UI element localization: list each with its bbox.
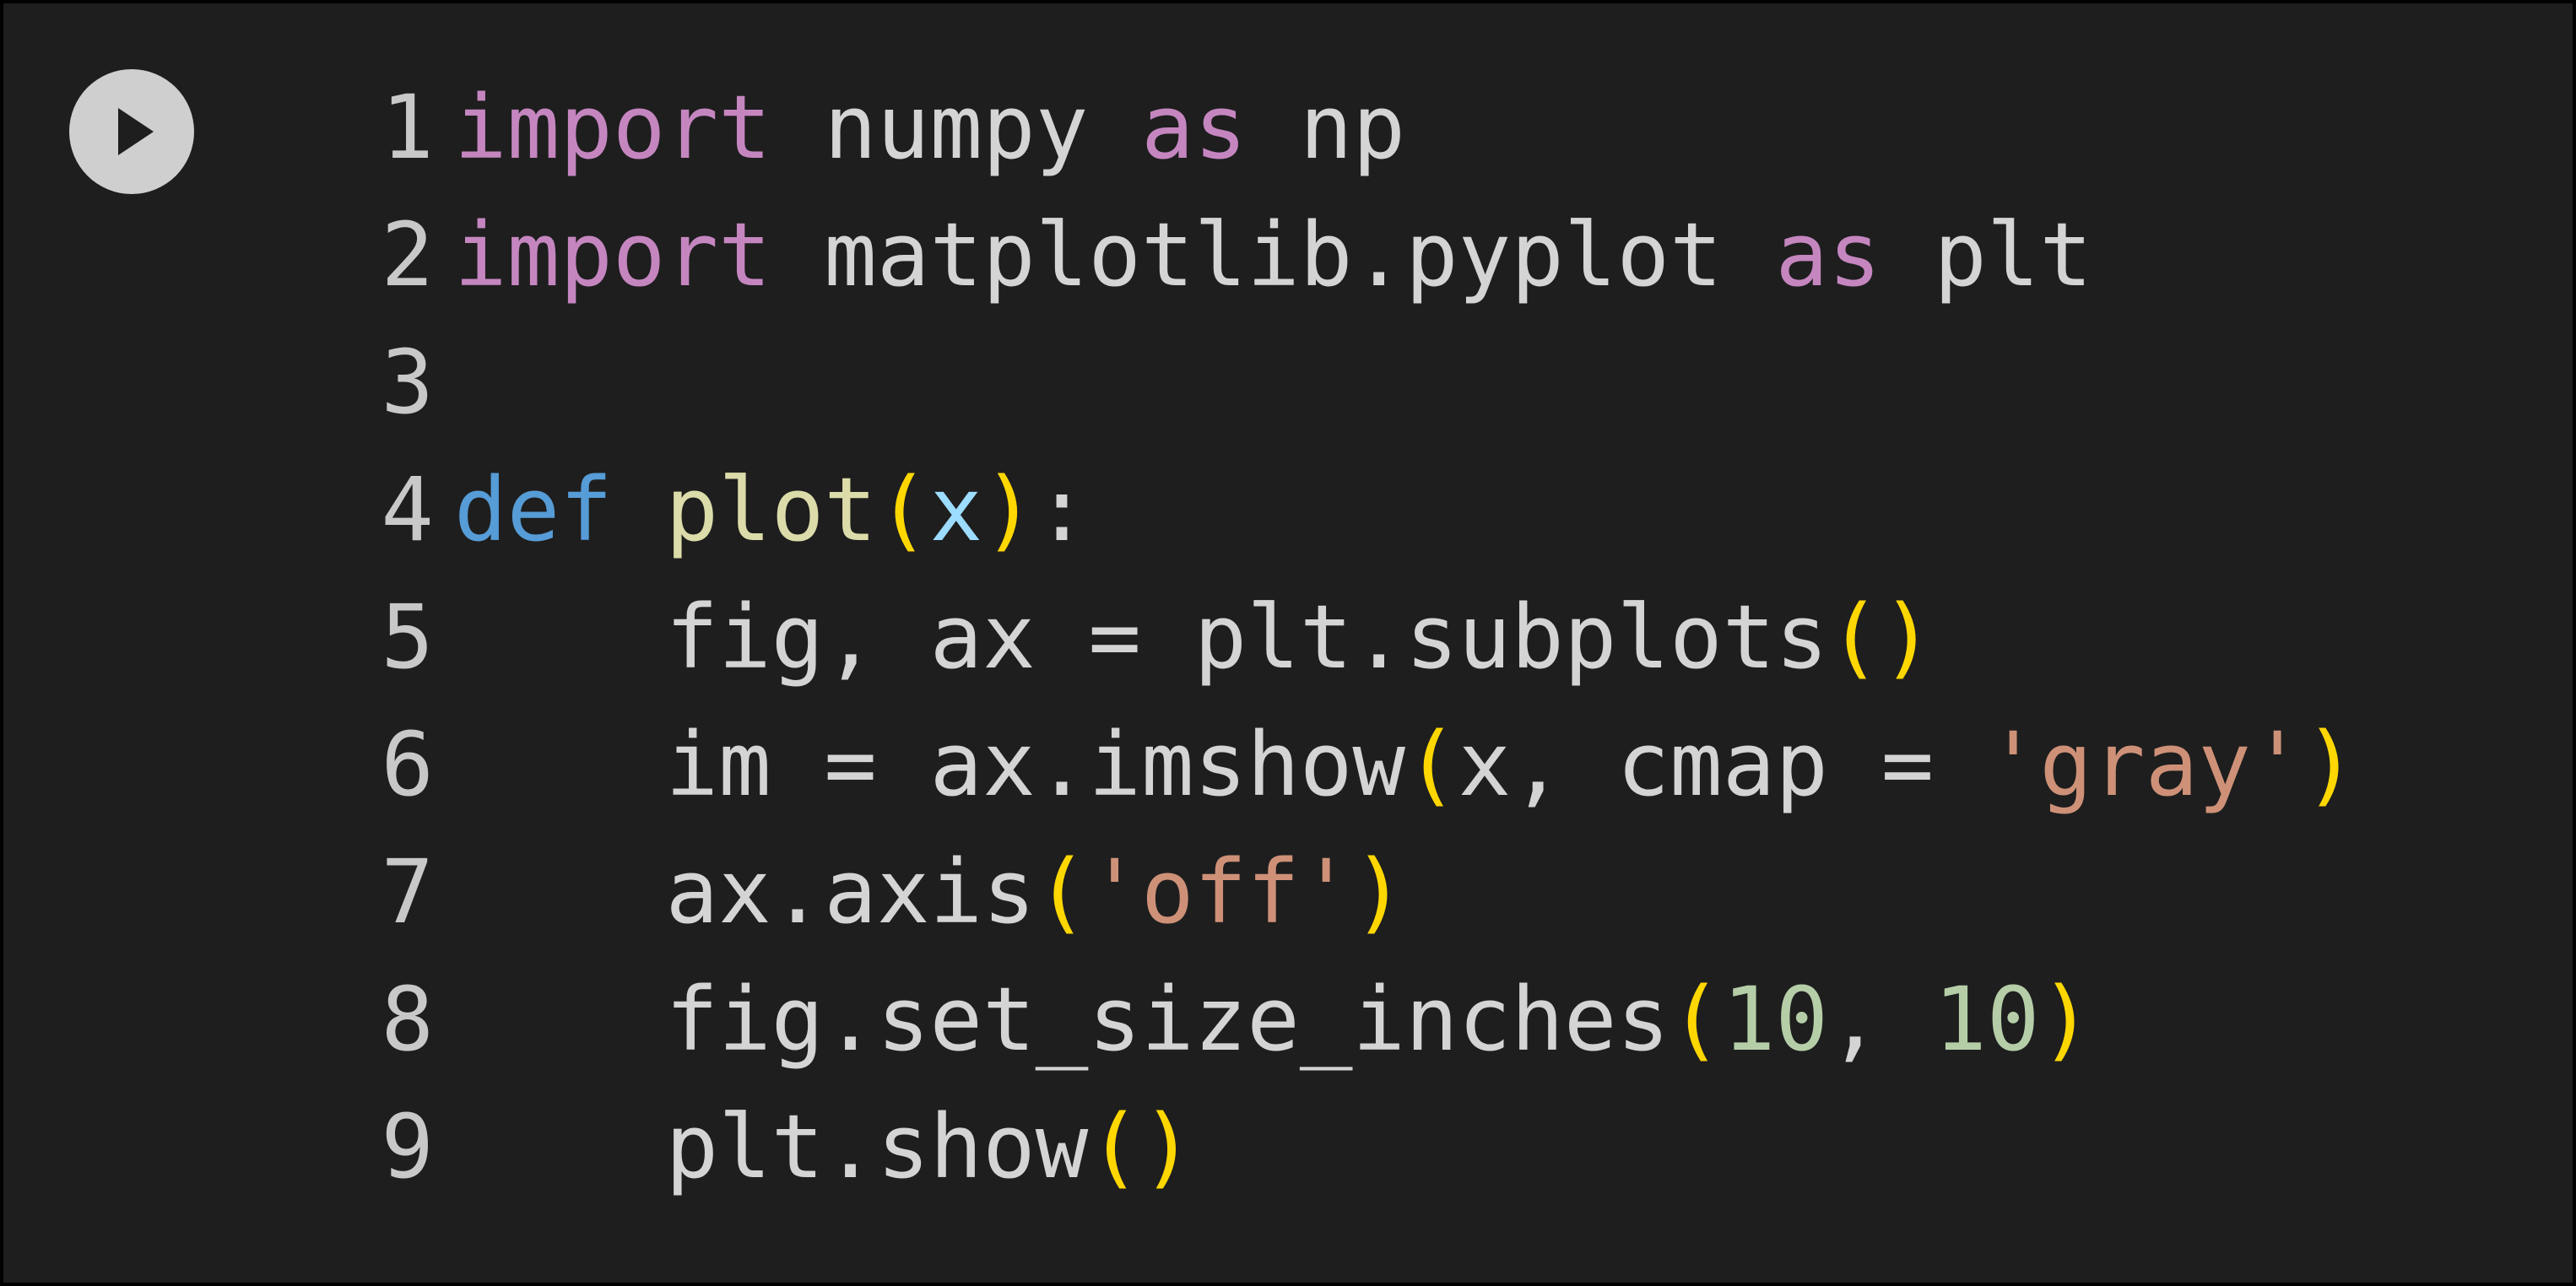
code-token: (): [1088, 1095, 1194, 1198]
code-token: 'off': [1088, 840, 1353, 943]
code-token: numpy: [771, 76, 1141, 179]
line-number: 6: [381, 713, 434, 816]
code-line-content: fig, ax = plt.subplots(): [454, 574, 1934, 701]
code-token: plt.show: [454, 1095, 1089, 1198]
line-number: 3: [381, 331, 434, 434]
code-line[interactable]: 7 ax.axis('off'): [358, 829, 2357, 956]
code-token: ): [1352, 840, 1406, 943]
code-line-content: import matplotlib.pyplot as plt: [454, 192, 2092, 319]
code-line[interactable]: 4 def plot(x):: [358, 446, 2357, 574]
code-token: plot: [665, 458, 877, 561]
code-line[interactable]: 1 import numpy as np: [358, 64, 2357, 192]
code-cell: 1 import numpy as np 2 import matplotlib.py…: [0, 0, 2576, 1286]
code-line[interactable]: 3: [358, 319, 2357, 446]
code-line[interactable]: 9 plt.show(): [358, 1083, 2357, 1211]
line-number: 4: [381, 458, 434, 561]
code-token: ): [982, 458, 1036, 561]
line-number: 2: [381, 203, 434, 306]
run-cell-button[interactable]: [69, 69, 194, 194]
code-token: :: [1035, 458, 1089, 561]
code-line-content: import numpy as np: [454, 64, 1405, 192]
code-token: import: [454, 203, 771, 306]
code-token: (: [876, 458, 930, 561]
code-token: (: [1035, 840, 1089, 943]
code-line-content: plt.show(): [454, 1083, 1194, 1211]
code-line-content: fig.set_size_inches(10, 10): [454, 956, 2092, 1083]
code-line[interactable]: 2 import matplotlib.pyplot as plt: [358, 192, 2357, 319]
code-token: ,: [1827, 968, 1935, 1071]
code-token: np: [1247, 76, 1406, 179]
code-token: import: [454, 76, 771, 179]
line-number: 1: [381, 76, 434, 179]
line-number: 8: [381, 968, 434, 1071]
code-editor[interactable]: 1 import numpy as np 2 import matplotlib.py…: [358, 64, 2357, 1211]
code-token: ): [2039, 968, 2093, 1071]
play-icon: [118, 108, 154, 155]
code-token: fig.set_size_inches: [454, 968, 1670, 1071]
code-line-content: ax.axis('off'): [454, 829, 1405, 956]
code-line-content: im = ax.imshow(x, cmap = 'gray'): [454, 701, 2357, 829]
line-number: 9: [381, 1095, 434, 1198]
line-number: 7: [381, 840, 434, 943]
code-token: 10: [1722, 968, 1828, 1071]
code-line[interactable]: 5 fig, ax = plt.subplots(): [358, 574, 2357, 701]
code-token: as: [1140, 76, 1247, 179]
code-token: x, cmap =: [1458, 713, 1987, 816]
code-token: 'gray': [1986, 713, 2304, 816]
code-token: ): [2303, 713, 2357, 816]
code-token: (: [1670, 968, 1723, 1071]
code-token: plt: [1881, 203, 2093, 306]
code-token: fig, ax = plt.subplots: [454, 586, 1828, 689]
code-token: ax.axis: [454, 840, 1036, 943]
code-token: as: [1775, 203, 1881, 306]
code-line-content: def plot(x):: [454, 446, 1088, 574]
code-line[interactable]: 6 im = ax.imshow(x, cmap = 'gray'): [358, 701, 2357, 829]
code-line[interactable]: 8 fig.set_size_inches(10, 10): [358, 956, 2357, 1083]
code-token: def: [454, 458, 613, 561]
code-token: (: [1405, 713, 1458, 816]
code-token: matplotlib.pyplot: [771, 203, 1776, 306]
line-number: 5: [381, 586, 434, 689]
code-token: x: [929, 458, 983, 561]
code-token: 10: [1934, 968, 2040, 1071]
code-token: (): [1827, 586, 1935, 689]
code-token: im = ax.imshow: [454, 713, 1406, 816]
